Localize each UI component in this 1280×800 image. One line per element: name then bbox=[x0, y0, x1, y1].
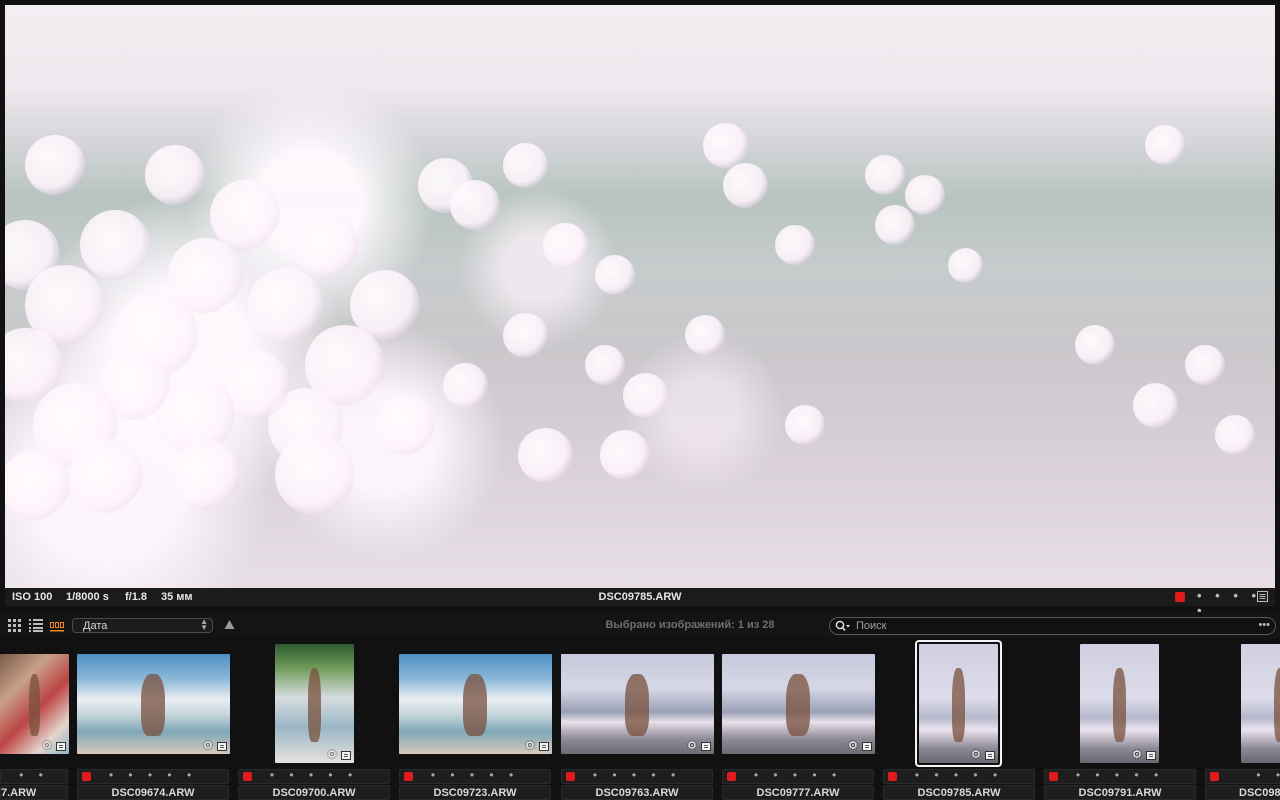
thumbnail-filename: DSC09777.ARW bbox=[722, 785, 874, 800]
search-input[interactable] bbox=[856, 619, 1236, 633]
filmstrip-view-icon[interactable] bbox=[50, 618, 64, 632]
rating-bar[interactable]: • • • • • bbox=[399, 768, 551, 784]
rating-bar[interactable]: • • • • • bbox=[561, 768, 713, 784]
metadata-icon bbox=[701, 742, 711, 751]
thumbnail[interactable]: ⚙ bbox=[1080, 644, 1159, 763]
thumbnail-subject bbox=[625, 674, 649, 736]
thumbnail-subject bbox=[308, 668, 321, 742]
rating-stars[interactable]: • • • • • bbox=[562, 768, 712, 782]
thumbnail-filename: DSC09723.ARW bbox=[399, 785, 551, 800]
filmstrip-item[interactable]: ⚙ • • • • • DSC09723.ARW bbox=[399, 639, 552, 800]
filmstrip-item[interactable]: ⚙ • • • • • DSC09674.ARW bbox=[77, 639, 230, 800]
thumbnail[interactable]: ⚙ bbox=[399, 654, 552, 754]
rating-stars[interactable]: • • • • • bbox=[239, 768, 389, 782]
thumbnail[interactable]: ⚙ bbox=[561, 654, 714, 754]
rating-bar[interactable]: • • • • • bbox=[238, 768, 390, 784]
adjustments-icon: ⚙ bbox=[203, 740, 213, 752]
thumbnail-filename: DSC098 bbox=[1205, 785, 1280, 800]
thumbnail[interactable]: ⚙ bbox=[77, 654, 230, 754]
filmstrip-item[interactable]: ⚙ • • • • • DSC09763.ARW bbox=[561, 639, 714, 800]
sort-select-value: Дата bbox=[83, 620, 108, 632]
filmstrip-item[interactable]: ⚙ • • • • • DSC09785.ARW bbox=[883, 639, 1036, 800]
filmstrip[interactable]: ⚙ • • 7.ARW ⚙ • • • • • DSC09674.ARW ⚙ • • • • … bbox=[0, 639, 1280, 800]
filmstrip-item[interactable]: ⚙ • • 7.ARW bbox=[0, 639, 69, 800]
thumbnail[interactable]: ⚙ bbox=[1241, 644, 1280, 763]
thumbnail-filename: DSC09674.ARW bbox=[77, 785, 229, 800]
thumbnail-subject bbox=[786, 674, 810, 736]
image-info-bar: ISO 100 1/8000 s f/1.8 35 мм DSC09785.AR… bbox=[5, 588, 1275, 618]
thumbnail[interactable]: ⚙ bbox=[919, 644, 998, 763]
thumbnail-filename: DSC09700.ARW bbox=[238, 785, 390, 800]
thumbnail-filename: DSC09791.ARW bbox=[1044, 785, 1196, 800]
rating-stars[interactable]: • • • • • bbox=[78, 768, 228, 782]
rating-bar[interactable]: • • bbox=[0, 768, 68, 784]
more-options-icon[interactable]: ••• bbox=[1258, 619, 1270, 631]
adjustments-icon: ⚙ bbox=[327, 749, 337, 761]
adjustments-icon: ⚙ bbox=[848, 740, 858, 752]
adjustments-icon: ⚙ bbox=[42, 740, 52, 752]
rating-stars[interactable]: • • • bbox=[1206, 768, 1280, 782]
preview-image bbox=[5, 5, 1275, 588]
triangle-up-icon[interactable] bbox=[224, 619, 235, 630]
adjustments-icon: ⚙ bbox=[1132, 749, 1142, 761]
list-view-icon[interactable] bbox=[29, 618, 43, 632]
sort-select[interactable]: Дата ▲ ▼ bbox=[72, 618, 213, 633]
metadata-icon bbox=[1146, 751, 1156, 760]
rating-stars[interactable]: • • bbox=[1, 768, 67, 782]
metadata-icon bbox=[56, 742, 66, 751]
rating-bar[interactable]: • • • • • bbox=[77, 768, 229, 784]
thumbnail-filename: DSC09785.ARW bbox=[883, 785, 1035, 800]
thumbnail-filename: 7.ARW bbox=[0, 785, 68, 800]
filmstrip-item[interactable]: ⚙ • • • DSC098 bbox=[1205, 639, 1280, 800]
metadata-icon bbox=[217, 742, 227, 751]
rating-stars[interactable]: • • • • • bbox=[884, 768, 1034, 782]
search-field[interactable]: ••• bbox=[829, 617, 1276, 635]
filmstrip-item[interactable]: ⚙ • • • • • DSC09700.ARW bbox=[238, 639, 391, 800]
rating-stars[interactable]: • • • • • bbox=[400, 768, 550, 782]
thumbnail-subject bbox=[952, 668, 965, 742]
current-filename: DSC09785.ARW bbox=[598, 591, 682, 603]
rating-bar[interactable]: • • • • • bbox=[722, 768, 874, 784]
thumbnail[interactable]: ⚙ bbox=[0, 654, 69, 754]
chevron-updown-icon: ▲ ▼ bbox=[200, 617, 208, 632]
thumbnail-subject bbox=[1274, 668, 1280, 742]
metadata-icon bbox=[539, 742, 549, 751]
adjustments-icon: ⚙ bbox=[687, 740, 697, 752]
rating-stars[interactable]: • • • • • bbox=[1045, 768, 1195, 782]
rating-bar[interactable]: • • • • • bbox=[1044, 768, 1196, 784]
search-icon[interactable] bbox=[835, 620, 851, 633]
adjustments-icon: ⚙ bbox=[525, 740, 535, 752]
metadata-icon[interactable] bbox=[1257, 591, 1268, 602]
image-viewer[interactable] bbox=[5, 5, 1275, 588]
thumbnail-subject bbox=[463, 674, 487, 736]
thumbnail[interactable]: ⚙ bbox=[275, 644, 354, 763]
color-label-badge[interactable] bbox=[1175, 592, 1185, 602]
adjustments-icon: ⚙ bbox=[971, 749, 981, 761]
metadata-icon bbox=[985, 751, 995, 760]
thumbnail[interactable]: ⚙ bbox=[722, 654, 875, 754]
thumbnail-subject bbox=[29, 674, 40, 736]
metadata-icon bbox=[341, 751, 351, 760]
browser-toolbar: Дата ▲▼ Выбрано изображений: 1 из 28 ••• bbox=[0, 612, 1280, 638]
filmstrip-item[interactable]: ⚙ • • • • • DSC09791.ARW bbox=[1044, 639, 1197, 800]
rating-bar[interactable]: • • • bbox=[1205, 768, 1280, 784]
grid-view-icon[interactable] bbox=[8, 618, 22, 632]
thumbnail-subject bbox=[141, 674, 165, 736]
thumbnail-subject bbox=[1113, 668, 1126, 742]
thumbnail-filename: DSC09763.ARW bbox=[561, 785, 713, 800]
rating-stars[interactable]: • • • • • bbox=[723, 768, 873, 782]
filmstrip-item[interactable]: ⚙ • • • • • DSC09777.ARW bbox=[722, 639, 875, 800]
rating-bar[interactable]: • • • • • bbox=[883, 768, 1035, 784]
metadata-icon bbox=[862, 742, 872, 751]
